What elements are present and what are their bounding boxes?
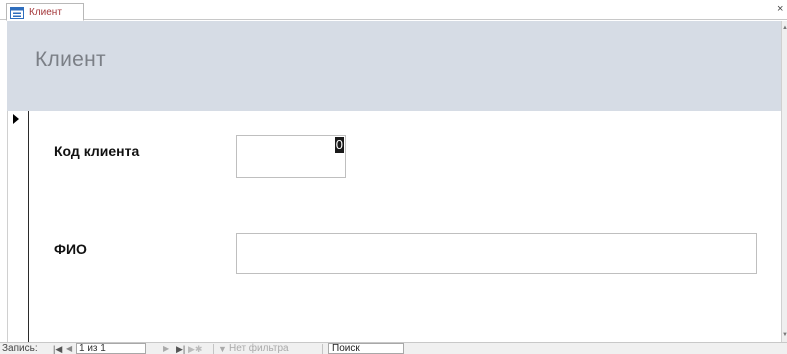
new-record-icon[interactable]: ▶✱ [188,343,202,354]
previous-record-icon[interactable]: ◀ [66,343,72,354]
scroll-down-icon[interactable]: ▼ [782,330,787,340]
record-label: Запись: [2,343,38,354]
nav-divider [213,344,214,354]
client-id-value: 0 [334,137,344,153]
scroll-up-icon[interactable]: ▲ [782,23,787,33]
full-name-field[interactable] [236,233,757,274]
nav-divider [322,344,323,354]
access-form-window: Клиент × Клиент Код клиента 0 ФИО ▲ ▼ За… [0,0,787,354]
current-record-arrow-icon [13,114,19,124]
search-input[interactable]: Поиск [328,343,404,354]
current-record-input[interactable]: 1 из 1 [76,343,146,354]
form-title: Клиент [35,48,106,71]
document-tab-strip: Клиент × [0,0,787,21]
record-selector[interactable] [7,111,29,342]
form-detail: Код клиента 0 ФИО [30,111,781,342]
record-navigation-bar: Запись: |◀ ◀ 1 из 1 ▶ ▶| ▶✱ ▼ Нет фильтр… [0,342,787,354]
client-id-field[interactable]: 0 [236,135,346,178]
next-record-icon[interactable]: ▶ [163,343,169,354]
tab-label: Клиент [29,6,62,18]
first-record-icon[interactable]: |◀ [53,343,62,354]
full-name-label: ФИО [54,241,87,257]
close-icon[interactable]: × [777,2,787,16]
client-id-label: Код клиента [54,143,140,159]
form-icon [10,6,24,19]
filter-status-button[interactable]: Нет фильтра [229,343,289,354]
tab-client[interactable]: Клиент [6,3,84,21]
filter-icon: ▼ [218,344,227,354]
vertical-scrollbar[interactable]: ▲ ▼ [781,21,787,342]
form-header: Клиент [7,21,781,111]
last-record-icon[interactable]: ▶| [176,343,185,354]
